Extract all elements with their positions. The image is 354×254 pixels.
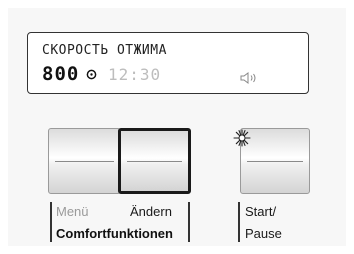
button-groove <box>127 161 182 162</box>
button-groove <box>247 161 303 162</box>
spin-symbol-icon <box>86 69 97 80</box>
spin-speed-value: 800 <box>42 63 80 85</box>
menu-label: Menü <box>56 204 89 219</box>
label-divider-middle <box>188 202 190 242</box>
change-button[interactable] <box>118 128 191 194</box>
menu-button[interactable] <box>48 128 121 194</box>
comfort-functions-label: Comfortfunktionen <box>56 226 173 241</box>
time-readout: 12:30 <box>108 65 162 84</box>
lcd-display: СКОРОСТЬ ОТЖИМА 800 12:30 <box>27 32 309 94</box>
label-divider-left <box>50 202 52 242</box>
start-label: Start/ <box>245 204 277 219</box>
label-divider-start <box>238 202 240 242</box>
speaker-icon <box>240 72 256 84</box>
pause-label: Pause <box>245 226 282 241</box>
button-groove <box>55 161 114 162</box>
start-indicator-light-icon <box>233 129 251 147</box>
change-label: Ändern <box>130 204 172 219</box>
display-title: СКОРОСТЬ ОТЖИМА <box>42 43 167 58</box>
